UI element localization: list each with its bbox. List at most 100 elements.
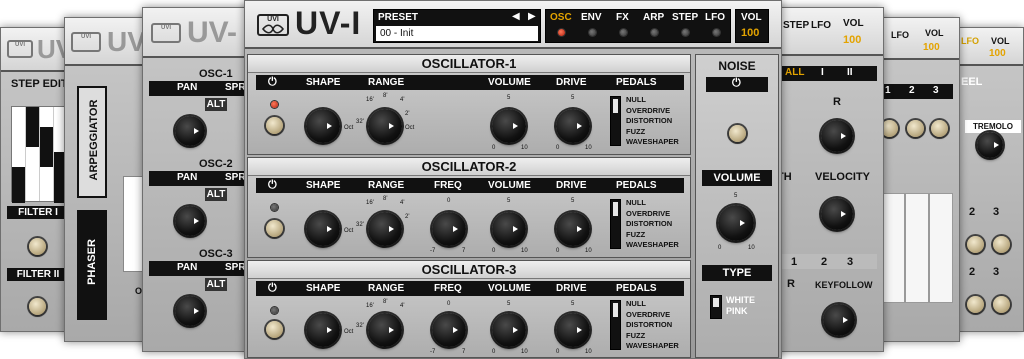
noise-type-switch[interactable]: [710, 295, 722, 319]
tab-step[interactable]: STEP: [783, 20, 809, 31]
tab-arp-led: [651, 29, 658, 36]
osc1-label: OSC-1: [199, 68, 233, 80]
vol-value[interactable]: 100: [843, 34, 861, 46]
ii-label[interactable]: II: [847, 67, 853, 78]
pedal-option[interactable]: FUZZ: [626, 331, 679, 342]
phaser-label[interactable]: PHASER: [86, 207, 98, 317]
pedal-option[interactable]: OVERDRIVE: [626, 310, 679, 321]
osc1-shape-knob[interactable]: [306, 109, 340, 143]
osc3-power-button[interactable]: [266, 321, 283, 338]
osc3-freq-label: FREQ: [434, 283, 462, 294]
tab-env[interactable]: ENV: [577, 10, 608, 42]
power-icon[interactable]: ⏻: [732, 77, 741, 90]
power-icon[interactable]: ⏻: [268, 179, 277, 192]
pan2-knob[interactable]: [175, 206, 205, 236]
r-label: R: [833, 96, 841, 108]
alt2-label[interactable]: ALT: [205, 188, 227, 201]
pedal-option[interactable]: WAVESHAPER: [626, 137, 679, 148]
all-label[interactable]: ALL: [785, 67, 804, 78]
osc3-pedals-label: PEDALS: [616, 283, 657, 294]
power-icon[interactable]: ⏻: [268, 76, 277, 89]
osc2-pedal-switch[interactable]: [610, 199, 621, 249]
velocity-knob[interactable]: [821, 198, 853, 230]
pedal-option[interactable]: DISTORTION: [626, 320, 679, 331]
osc3-range-knob[interactable]: [368, 313, 402, 347]
tab-lfo[interactable]: LFO: [811, 20, 831, 31]
filter2-button[interactable]: [29, 298, 46, 315]
pedal-option[interactable]: NULL: [626, 198, 679, 209]
type-option-white[interactable]: WHITE: [726, 295, 755, 306]
n2b-button[interactable]: [967, 296, 984, 313]
osc2-freq-knob[interactable]: [432, 212, 466, 246]
osc1-pedal-switch[interactable]: [610, 96, 621, 146]
step-grid[interactable]: [11, 106, 69, 203]
n3-button[interactable]: [931, 120, 948, 137]
osc1-power-button[interactable]: [266, 117, 283, 134]
pedal-option[interactable]: DISTORTION: [626, 116, 679, 127]
pedal-option[interactable]: OVERDRIVE: [626, 106, 679, 117]
osc2-shape-knob[interactable]: [306, 212, 340, 246]
filter1-button[interactable]: [29, 238, 46, 255]
pedal-option[interactable]: WAVESHAPER: [626, 240, 679, 251]
pedal-option[interactable]: NULL: [626, 95, 679, 106]
alt3-label[interactable]: ALT: [205, 278, 227, 291]
tab-step[interactable]: STEP: [670, 10, 701, 42]
alt1-label[interactable]: ALT: [205, 98, 227, 111]
tab-arp[interactable]: ARP: [639, 10, 670, 42]
arpeggiator-label[interactable]: ARPEGGIATOR: [88, 85, 100, 195]
i-label[interactable]: I: [821, 67, 824, 78]
pedal-option[interactable]: FUZZ: [626, 230, 679, 241]
key-2[interactable]: [905, 193, 929, 303]
pedal-option[interactable]: OVERDRIVE: [626, 209, 679, 220]
tab-lfo[interactable]: LFO: [891, 30, 909, 40]
tab-fx[interactable]: FX: [608, 10, 639, 42]
noise-volume-knob[interactable]: [718, 205, 754, 241]
r-knob[interactable]: [821, 120, 853, 152]
lfo-tab[interactable]: LFO: [961, 36, 979, 46]
key-3[interactable]: [929, 193, 953, 303]
pedal-option[interactable]: WAVESHAPER: [626, 341, 679, 352]
tab-lfo[interactable]: LFO: [701, 10, 732, 42]
pan3-knob[interactable]: [175, 296, 205, 326]
osc3-shape-knob[interactable]: [306, 313, 340, 347]
preset-prev-button[interactable]: ◀: [512, 11, 520, 22]
vol-value[interactable]: 100: [989, 48, 1006, 59]
osc3-shape-oct: Oct: [344, 329, 354, 335]
noise-type-options: WHITE PINK: [726, 295, 755, 317]
preset-next-button[interactable]: ▶: [528, 11, 536, 22]
osc2-volume-knob[interactable]: [492, 212, 526, 246]
osc1-range-knob[interactable]: [368, 109, 402, 143]
osc3-freq-knob[interactable]: [432, 313, 466, 347]
osc3-volume-knob[interactable]: [492, 313, 526, 347]
keyfollow-knob[interactable]: [823, 304, 855, 336]
type-option-pink[interactable]: PINK: [726, 306, 755, 317]
vol-value[interactable]: 100: [923, 42, 940, 53]
pedal-option[interactable]: NULL: [626, 299, 679, 310]
keyfollow-label: KEYFOLLOW: [815, 280, 873, 290]
osc2-range-knob[interactable]: [368, 212, 402, 246]
tremolo-knob[interactable]: [977, 132, 1003, 158]
osc2-power-button[interactable]: [266, 220, 283, 237]
osc2-range-8: 8': [383, 196, 388, 202]
osc2-volume-min: 0: [492, 248, 496, 254]
key-1[interactable]: [881, 193, 905, 303]
osc1-volume-knob[interactable]: [492, 109, 526, 143]
tab-osc[interactable]: OSC: [546, 10, 577, 42]
vol-value[interactable]: 100: [741, 27, 759, 39]
n3b-button[interactable]: [993, 296, 1010, 313]
osc2-drive-knob[interactable]: [556, 212, 590, 246]
pan1-knob[interactable]: [175, 116, 205, 146]
osc3-drive-knob[interactable]: [556, 313, 590, 347]
n2-button[interactable]: [907, 120, 924, 137]
pedal-option[interactable]: FUZZ: [626, 127, 679, 138]
osc1-drive-knob[interactable]: [556, 109, 590, 143]
osc3-pedal-switch[interactable]: [610, 300, 621, 350]
n2-button[interactable]: [967, 236, 984, 253]
osc3-range-8: 8': [383, 299, 388, 305]
noise-power-button[interactable]: [729, 125, 746, 142]
n3-button[interactable]: [993, 236, 1010, 253]
preset-value[interactable]: 00 - Init: [376, 26, 538, 41]
vol-label: VOL: [741, 12, 762, 23]
pedal-option[interactable]: DISTORTION: [626, 219, 679, 230]
power-icon[interactable]: ⏻: [268, 282, 277, 295]
